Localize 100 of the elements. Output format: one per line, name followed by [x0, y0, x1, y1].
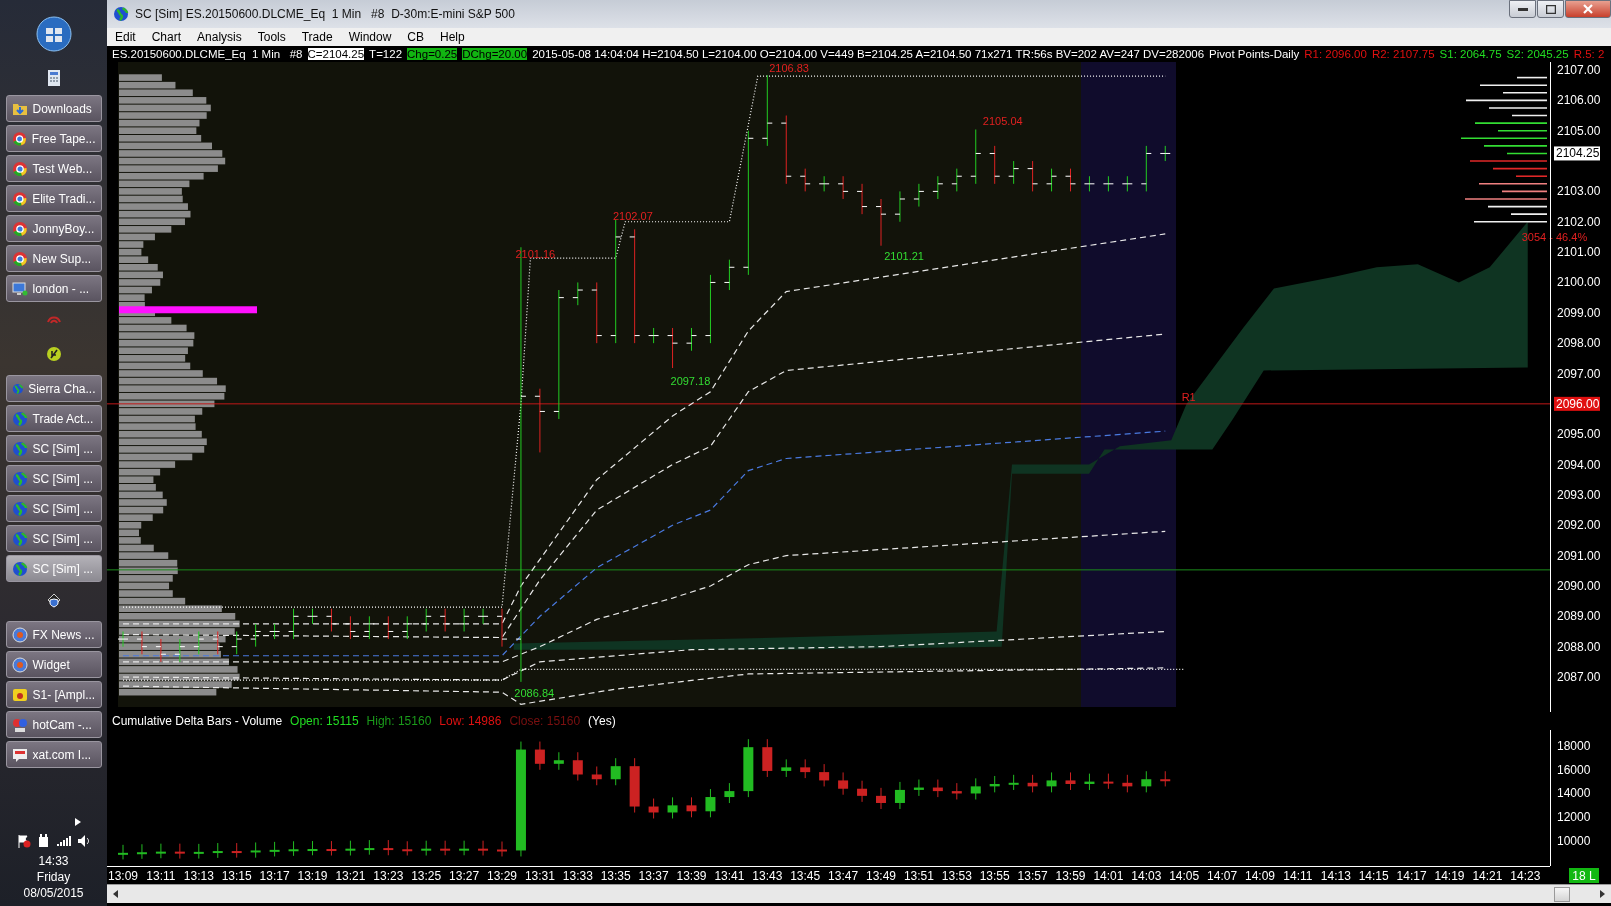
- time-label: 14:23: [1510, 869, 1541, 883]
- minimize-button[interactable]: [1509, 0, 1536, 18]
- taskbar-button[interactable]: Free Tape...: [5, 125, 102, 152]
- quote-field: T=122: [369, 48, 403, 60]
- time-label: 13:47: [828, 869, 859, 883]
- time-label: 14:13: [1320, 869, 1351, 883]
- time-label: 14:05: [1169, 869, 1200, 883]
- signal-icon[interactable]: [56, 835, 71, 847]
- price-label: 2097.18: [670, 375, 711, 388]
- time-label: 13:29: [487, 869, 517, 883]
- time-label: 14:11: [1283, 869, 1313, 883]
- quote-field: Pivot Points-Daily: [1209, 48, 1300, 60]
- price-axis-label: 2087.00: [1557, 670, 1601, 684]
- price-axis-label: 2099.00: [1557, 305, 1601, 320]
- time-label: 13:09: [108, 869, 138, 883]
- price-label: 2102.07: [613, 209, 653, 222]
- speaker-icon[interactable]: [76, 834, 91, 848]
- horizontal-scrollbar[interactable]: [107, 884, 1611, 903]
- scroll-thumb[interactable]: [1554, 886, 1570, 902]
- price-axis-label: 2107.00: [1557, 63, 1601, 77]
- taskbar-button[interactable]: Test Web...: [5, 155, 102, 182]
- clock-day[interactable]: Friday: [36, 870, 71, 884]
- window-title: SC [Sim] ES.20150600.DLCME_Eq 1 Min #8 D-30m:E-mini S&P 500: [135, 7, 515, 21]
- price-axis-label: 2090.00: [1557, 578, 1601, 593]
- taskbar-button[interactable]: S1- [Ampl...: [5, 681, 102, 708]
- taskbar-button[interactable]: FX News ...: [5, 621, 102, 648]
- menu-item[interactable]: CB: [399, 30, 432, 44]
- globe-icon: [11, 470, 28, 487]
- time-label: 13:35: [600, 869, 631, 883]
- clock-time[interactable]: 14:33: [38, 854, 69, 868]
- menu-item[interactable]: Trade: [293, 30, 341, 44]
- maximize-icon: [1545, 4, 1556, 14]
- time-label: 13:23: [373, 869, 404, 883]
- price-label: R1: [1181, 390, 1196, 403]
- orb-icon: [11, 626, 28, 643]
- price-axis-label: 2105.00: [1557, 123, 1601, 138]
- time-label: 13:49: [866, 869, 896, 883]
- price-label: 2101.21: [884, 249, 924, 262]
- delta-axis-label: 18000: [1557, 739, 1591, 753]
- quote-field: S1: 2064.75: [1439, 48, 1502, 60]
- time-label: 13:37: [638, 869, 669, 883]
- taskbar-button[interactable]: New Sup...: [5, 245, 102, 272]
- taskbar-button[interactable]: Trade Act...: [5, 405, 102, 432]
- time-label: 13:57: [1017, 869, 1048, 883]
- flag-icon[interactable]: [16, 834, 31, 848]
- menu-item[interactable]: Tools: [249, 30, 294, 44]
- taskbar-button[interactable]: SC [Sim] ...: [5, 435, 102, 462]
- taskbar-button[interactable]: london - ...: [5, 275, 102, 302]
- time-label: 13:15: [221, 869, 252, 883]
- time-label: 13:31: [524, 869, 555, 883]
- quote-field: R2: 2107.75: [1371, 48, 1435, 60]
- shield-icon[interactable]: [45, 592, 62, 608]
- chevron-icon[interactable]: [74, 818, 81, 826]
- price-label: 3054 - 46.4%: [1521, 231, 1588, 244]
- taskbar-button[interactable]: xat.com I...: [5, 741, 102, 768]
- quote-field: R1: 2096.00: [1304, 48, 1367, 60]
- price-axis-label: 2102.00: [1557, 214, 1601, 229]
- taskbar-button[interactable]: SC [Sim] ...: [5, 525, 102, 552]
- power-icon[interactable]: [36, 834, 51, 848]
- taskbar-button[interactable]: Widget: [5, 651, 102, 678]
- start-button[interactable]: [35, 16, 72, 52]
- minimize-icon: [1517, 7, 1528, 11]
- close-button[interactable]: [1565, 0, 1611, 18]
- globe-icon: [11, 500, 28, 517]
- taskbar-button[interactable]: SC [Sim] ...: [5, 465, 102, 492]
- time-label: 14:15: [1358, 869, 1389, 883]
- menu-item[interactable]: Help: [432, 30, 473, 44]
- clock-date[interactable]: 08/05/2015: [23, 886, 84, 900]
- price-axis-label: 2091.00: [1557, 548, 1601, 563]
- price-axis-label: 2106.00: [1557, 93, 1601, 108]
- browser-icon: [11, 160, 28, 177]
- time-label: 13:45: [790, 869, 821, 883]
- menu-item[interactable]: Window: [340, 30, 400, 44]
- delta-axis-label: 16000: [1557, 762, 1591, 777]
- taskbar-button[interactable]: Downloads: [5, 95, 102, 122]
- delta-axis-label: 14000: [1557, 786, 1591, 801]
- browser-icon: [11, 250, 28, 267]
- taskbar-button[interactable]: JonnyBoy...: [5, 215, 102, 242]
- quote-field: ES.20150600.DLCME_Eq 1 Min #8: [112, 48, 303, 60]
- browser-icon: [11, 190, 28, 207]
- maximize-button[interactable]: [1537, 0, 1564, 18]
- price-marker: 2104.25: [1554, 146, 1600, 161]
- menu-item[interactable]: Edit: [107, 30, 144, 44]
- leaf-icon[interactable]: [45, 346, 62, 362]
- delta-chart[interactable]: 18000 16000 14000 12000 10000: [107, 730, 1611, 866]
- legend-text: High: 15160: [366, 714, 432, 728]
- calculator-icon[interactable]: [47, 70, 60, 86]
- price-label: 2106.83: [769, 62, 809, 74]
- delta-axis-label: 12000: [1557, 810, 1591, 825]
- taskbar-button[interactable]: SC [Sim] ...: [5, 495, 102, 522]
- taskbar-button[interactable]: hotCam -...: [5, 711, 102, 738]
- quote-field: R.5: 2: [1573, 48, 1605, 60]
- menu-item[interactable]: Analysis: [189, 30, 250, 44]
- delta-axis-label: 10000: [1557, 833, 1591, 848]
- menu-item[interactable]: Chart: [143, 30, 190, 44]
- taskbar-button[interactable]: Sierra Cha...: [5, 375, 102, 402]
- legend-text: Close: 15160: [509, 714, 581, 728]
- taskbar-button[interactable]: Elite Tradi...: [5, 185, 102, 212]
- time-label: 14:17: [1396, 869, 1427, 883]
- price-axis-label: 2089.00: [1557, 609, 1601, 624]
